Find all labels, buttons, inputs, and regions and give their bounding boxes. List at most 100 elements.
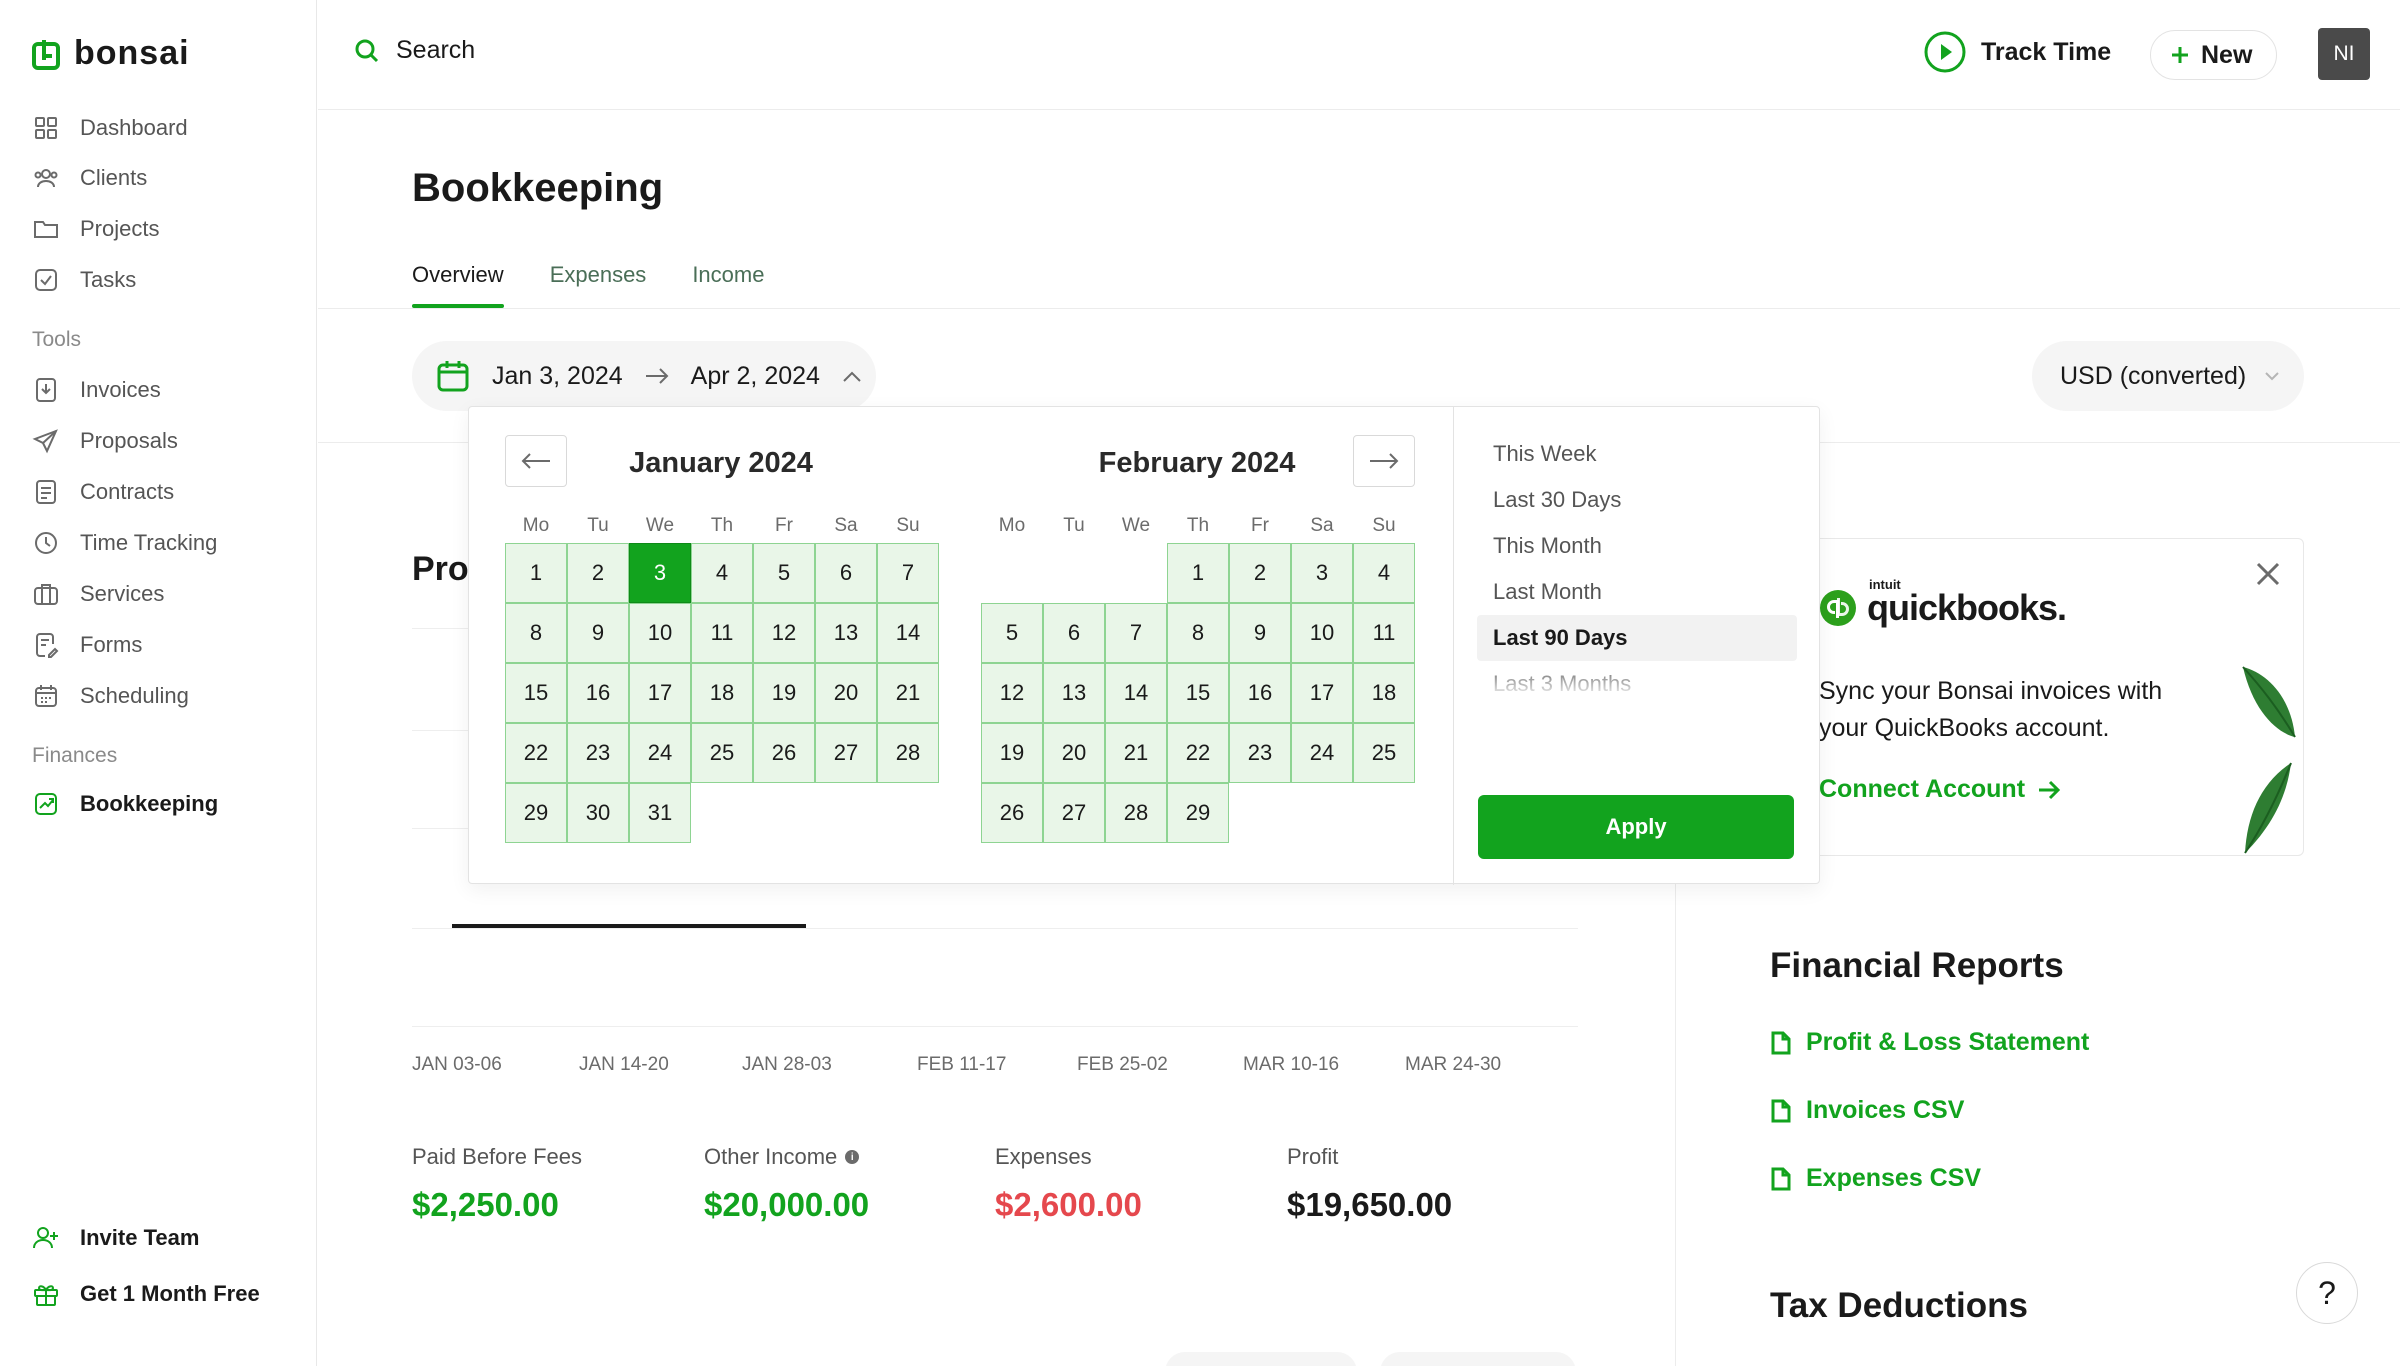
calendar-day-month2[interactable]: 12 xyxy=(981,663,1043,723)
calendar-day-month2[interactable]: 19 xyxy=(981,723,1043,783)
calendar-day-month2[interactable]: 8 xyxy=(1167,603,1229,663)
calendar-day-month1[interactable]: 19 xyxy=(753,663,815,723)
calendar-day-month1[interactable]: 3 xyxy=(629,543,691,603)
calendar-day-month1[interactable]: 22 xyxy=(505,723,567,783)
calendar-day-month2[interactable]: 27 xyxy=(1043,783,1105,843)
sidebar-item-time-tracking[interactable]: Time Tracking xyxy=(32,523,217,563)
expenses-csv-link[interactable]: Expenses CSV xyxy=(1770,1164,1981,1193)
sidebar-item-tasks[interactable]: Tasks xyxy=(32,260,136,300)
calendar-day-month2[interactable]: 29 xyxy=(1167,783,1229,843)
calendar-day-month2[interactable]: 24 xyxy=(1291,723,1353,783)
calendar-day-month2[interactable]: 7 xyxy=(1105,603,1167,663)
sidebar-item-projects[interactable]: Projects xyxy=(32,209,159,249)
connect-account-link[interactable]: Connect Account xyxy=(1819,775,2061,804)
calendar-day-month1[interactable]: 8 xyxy=(505,603,567,663)
apply-button[interactable]: Apply xyxy=(1478,795,1794,859)
calendar-day-month1[interactable]: 13 xyxy=(815,603,877,663)
calendar-day-month1[interactable]: 11 xyxy=(691,603,753,663)
tab-expenses[interactable]: Expenses xyxy=(550,262,647,308)
calendar-day-month2[interactable]: 26 xyxy=(981,783,1043,843)
calendar-day-month1[interactable]: 18 xyxy=(691,663,753,723)
calendar-day-month2[interactable]: 10 xyxy=(1291,603,1353,663)
calendar-day-month1[interactable]: 6 xyxy=(815,543,877,603)
preset-option[interactable]: This Month xyxy=(1477,523,1797,569)
calendar-day-month1[interactable]: 7 xyxy=(877,543,939,603)
preset-option[interactable]: Last 90 Days xyxy=(1477,615,1797,661)
preset-option[interactable]: Last Month xyxy=(1477,569,1797,615)
calendar-day-month1[interactable]: 2 xyxy=(567,543,629,603)
calendar-day-month1[interactable]: 21 xyxy=(877,663,939,723)
calendar-day-month2[interactable]: 16 xyxy=(1229,663,1291,723)
calendar-day-month1[interactable]: 1 xyxy=(505,543,567,603)
calendar-day-month2[interactable]: 2 xyxy=(1229,543,1291,603)
calendar-day-month2[interactable]: 22 xyxy=(1167,723,1229,783)
avatar[interactable]: NI xyxy=(2318,28,2370,80)
sidebar-item-dashboard[interactable]: Dashboard xyxy=(32,108,188,148)
calendar-day-month1[interactable]: 28 xyxy=(877,723,939,783)
calendar-day-month1[interactable]: 27 xyxy=(815,723,877,783)
date-range-selector[interactable]: Jan 3, 2024 Apr 2, 2024 xyxy=(412,341,876,411)
calendar-day-month2[interactable]: 5 xyxy=(981,603,1043,663)
currency-select[interactable]: USD (converted) xyxy=(2032,341,2304,411)
tab-overview[interactable]: Overview xyxy=(412,262,504,308)
calendar-day-month2[interactable]: 13 xyxy=(1043,663,1105,723)
calendar-day-month2[interactable]: 23 xyxy=(1229,723,1291,783)
sidebar-item-clients[interactable]: Clients xyxy=(32,158,147,198)
help-button[interactable]: ? xyxy=(2296,1262,2358,1324)
tab-income[interactable]: Income xyxy=(692,262,764,308)
profit-loss-link[interactable]: Profit & Loss Statement xyxy=(1770,1028,2089,1057)
calendar-day-month1[interactable]: 25 xyxy=(691,723,753,783)
calendar-day-month2[interactable]: 11 xyxy=(1353,603,1415,663)
calendar-day-month1[interactable]: 17 xyxy=(629,663,691,723)
peek-button[interactable] xyxy=(1380,1352,1576,1366)
calendar-day-month1[interactable]: 30 xyxy=(567,783,629,843)
prev-month-button[interactable] xyxy=(505,435,567,487)
calendar-day-month1[interactable]: 15 xyxy=(505,663,567,723)
calendar-day-month1[interactable]: 20 xyxy=(815,663,877,723)
calendar-day-month2[interactable]: 3 xyxy=(1291,543,1353,603)
calendar-day-month2[interactable]: 1 xyxy=(1167,543,1229,603)
new-button[interactable]: New xyxy=(2150,30,2278,80)
free-month-button[interactable]: Get 1 Month Free xyxy=(32,1274,260,1314)
calendar-day-month1[interactable]: 9 xyxy=(567,603,629,663)
calendar-day-month2[interactable]: 9 xyxy=(1229,603,1291,663)
calendar-day-month1[interactable]: 23 xyxy=(567,723,629,783)
close-icon[interactable] xyxy=(2251,557,2285,591)
calendar-day-month2[interactable]: 18 xyxy=(1353,663,1415,723)
calendar-day-month1[interactable]: 12 xyxy=(753,603,815,663)
calendar-day-month1[interactable]: 16 xyxy=(567,663,629,723)
invite-team-button[interactable]: Invite Team xyxy=(32,1218,199,1258)
next-month-button[interactable] xyxy=(1353,435,1415,487)
calendar-day-month2[interactable]: 25 xyxy=(1353,723,1415,783)
sidebar-item-scheduling[interactable]: Scheduling xyxy=(32,676,189,716)
calendar-day-month1[interactable]: 5 xyxy=(753,543,815,603)
calendar-day-month1[interactable]: 14 xyxy=(877,603,939,663)
calendar-day-month2[interactable]: 6 xyxy=(1043,603,1105,663)
calendar-day-month1[interactable]: 10 xyxy=(629,603,691,663)
sidebar-item-bookkeeping[interactable]: Bookkeeping xyxy=(32,784,218,824)
sidebar-item-forms[interactable]: Forms xyxy=(32,625,142,665)
calendar-day-month2[interactable]: 17 xyxy=(1291,663,1353,723)
calendar-day-month2[interactable]: 14 xyxy=(1105,663,1167,723)
info-icon[interactable]: i xyxy=(845,1150,860,1164)
calendar-day-month2[interactable]: 28 xyxy=(1105,783,1167,843)
sidebar-item-services[interactable]: Services xyxy=(32,574,164,614)
calendar-day-month2[interactable]: 21 xyxy=(1105,723,1167,783)
calendar-day-month2[interactable]: 15 xyxy=(1167,663,1229,723)
search-button[interactable]: Search xyxy=(354,36,475,65)
sidebar-item-proposals[interactable]: Proposals xyxy=(32,421,178,461)
bonsai-logo[interactable]: bonsai xyxy=(32,34,190,73)
calendar-day-month2[interactable]: 20 xyxy=(1043,723,1105,783)
sidebar-item-contracts[interactable]: Contracts xyxy=(32,472,174,512)
calendar-day-month1[interactable]: 29 xyxy=(505,783,567,843)
calendar-day-month2[interactable]: 4 xyxy=(1353,543,1415,603)
peek-button[interactable] xyxy=(1165,1352,1357,1366)
calendar-day-month1[interactable]: 26 xyxy=(753,723,815,783)
invoices-csv-link[interactable]: Invoices CSV xyxy=(1770,1096,1964,1125)
track-time-button[interactable]: Track Time xyxy=(1923,30,2111,74)
sidebar-item-invoices[interactable]: Invoices xyxy=(32,370,161,410)
calendar-day-month1[interactable]: 4 xyxy=(691,543,753,603)
preset-option[interactable]: This Week xyxy=(1477,431,1797,477)
preset-option[interactable]: Last 30 Days xyxy=(1477,477,1797,523)
calendar-day-month1[interactable]: 24 xyxy=(629,723,691,783)
